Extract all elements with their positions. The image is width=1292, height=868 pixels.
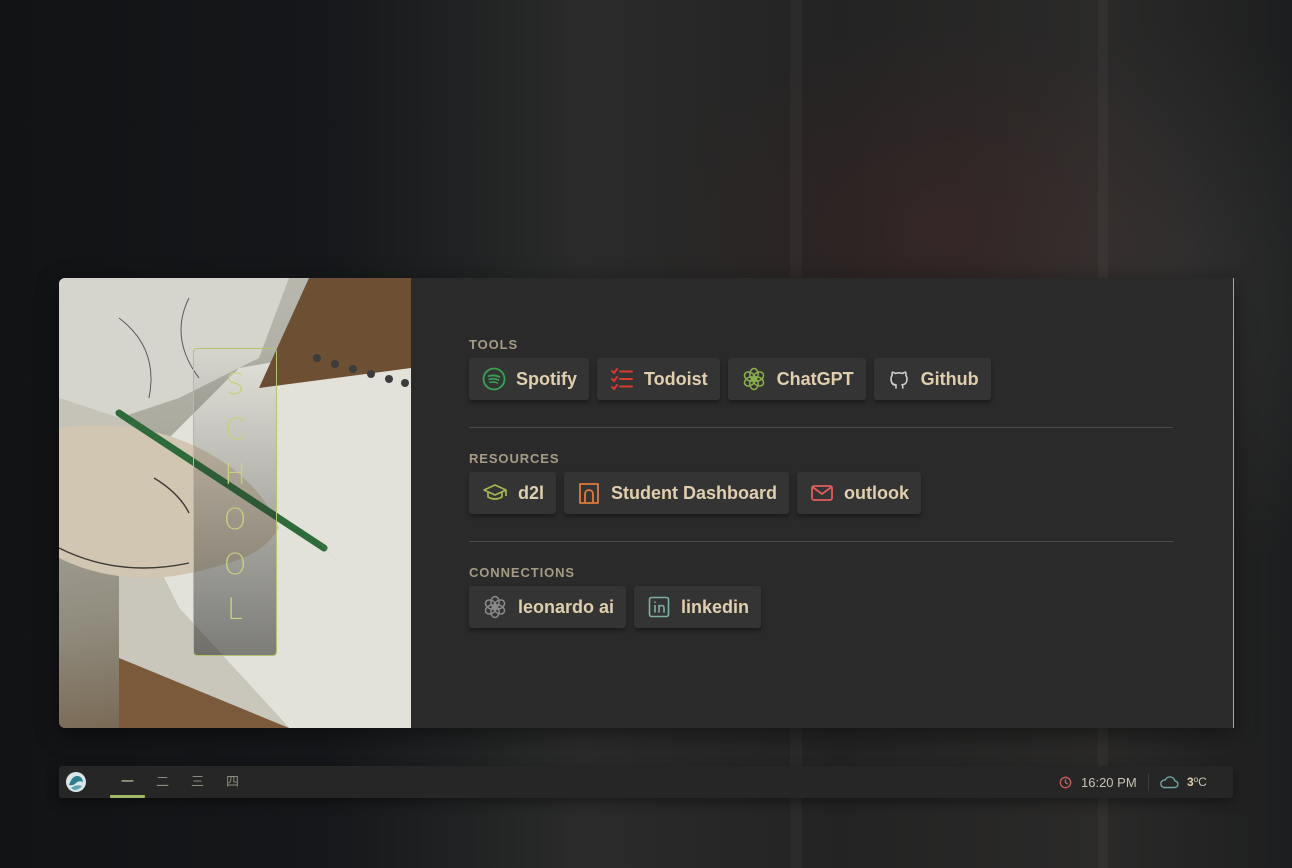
link-label: outlook <box>844 482 910 503</box>
link-label: Todoist <box>644 368 708 389</box>
taskbar: 一 二 三 四 16:20 PM 3ºC <box>59 766 1233 798</box>
section-heading: RESOURCES <box>469 451 560 466</box>
chatgpt-link[interactable]: ChatGPT <box>727 358 866 400</box>
link-row: d2l Student Dashboard outlook <box>469 472 922 514</box>
temperature-value: 3 <box>1187 775 1194 789</box>
spotify-icon <box>482 367 506 391</box>
weather-widget: 3ºC <box>1159 766 1207 798</box>
door-icon <box>579 483 599 504</box>
openai-icon <box>743 367 764 391</box>
clock-icon <box>1059 776 1072 788</box>
start-card: SCHOOL TOOLS Spotify Todoist ChatGPT Git… <box>59 278 1234 728</box>
section-divider <box>469 427 1173 428</box>
link-label: Spotify <box>516 368 577 389</box>
logo-icon[interactable] <box>65 771 87 798</box>
section-title-badge: SCHOOL <box>193 348 277 656</box>
link-label: Github <box>920 368 979 389</box>
workspace-2[interactable]: 二 <box>145 766 180 798</box>
leonardo-ai-link[interactable]: leonardo ai <box>469 586 627 628</box>
link-label: d2l <box>518 482 545 503</box>
student-dashboard-link[interactable]: Student Dashboard <box>564 472 790 514</box>
section-divider <box>469 541 1173 542</box>
spotify-link[interactable]: Spotify <box>469 358 589 400</box>
clock-time: 16:20 PM <box>1081 774 1137 790</box>
mail-icon <box>811 485 833 501</box>
linkedin-icon <box>648 596 670 618</box>
github-link[interactable]: Github <box>873 358 991 400</box>
outlook-link[interactable]: outlook <box>797 472 922 514</box>
section-heading: TOOLS <box>469 337 519 352</box>
link-label: linkedin <box>681 596 750 617</box>
link-row: Spotify Todoist ChatGPT Github <box>469 358 991 400</box>
workspace-3[interactable]: 三 <box>180 766 215 798</box>
hero-title: SCHOOL <box>218 367 252 637</box>
temperature-unit: ºC <box>1193 775 1207 789</box>
link-row: leonardo ai linkedin <box>469 586 762 628</box>
link-label: Student Dashboard <box>611 482 778 503</box>
linkedin-link[interactable]: linkedin <box>634 586 762 628</box>
clock: 16:20 PM <box>1059 766 1137 798</box>
workspace-1[interactable]: 一 <box>110 766 145 798</box>
graduation-cap-icon <box>483 484 507 500</box>
links-panel: TOOLS Spotify Todoist ChatGPT Github RES… <box>469 278 1233 728</box>
section-heading: CONNECTIONS <box>469 565 575 580</box>
hero-artwork: SCHOOL <box>59 278 411 728</box>
github-icon <box>889 371 908 389</box>
link-label: ChatGPT <box>776 368 854 389</box>
temperature: 3ºC <box>1187 775 1207 789</box>
link-label: leonardo ai <box>518 596 615 617</box>
d2l-link[interactable]: d2l <box>469 472 557 514</box>
taskbar-separator <box>1148 774 1149 791</box>
workspace-4[interactable]: 四 <box>215 766 250 798</box>
cloud-icon <box>1160 776 1179 789</box>
todoist-link[interactable]: Todoist <box>597 358 720 400</box>
todoist-icon <box>611 368 633 391</box>
openai-icon <box>484 595 506 619</box>
